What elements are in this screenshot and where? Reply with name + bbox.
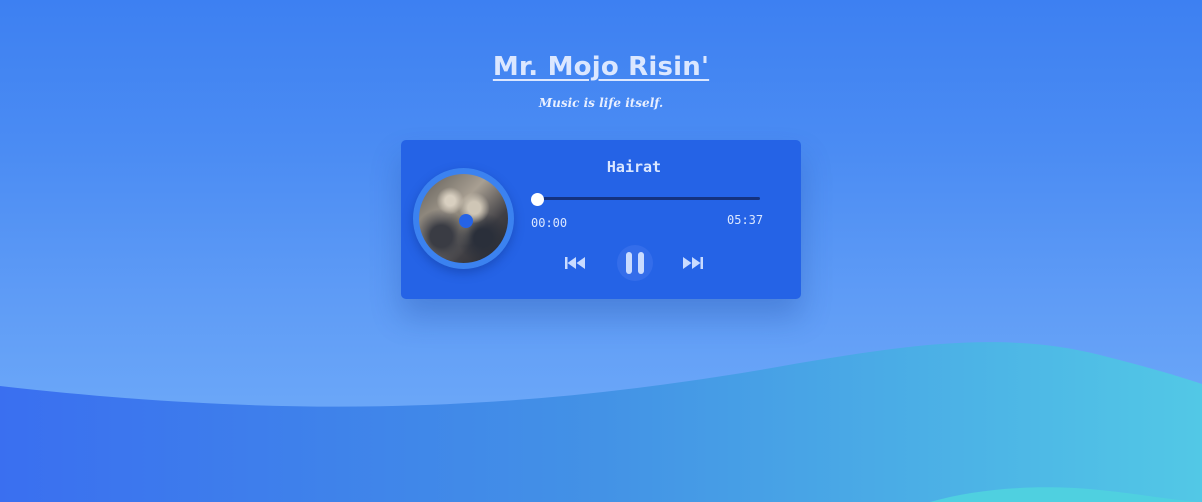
tagline: Music is life itself. — [538, 96, 664, 110]
skip-back-icon — [565, 257, 585, 269]
site-title-link[interactable]: Mr. Mojo Risin' — [493, 52, 709, 82]
total-time: 05:37 — [727, 213, 764, 227]
skip-forward-icon — [683, 257, 703, 269]
progress-thumb[interactable] — [531, 193, 544, 206]
play-pause-button[interactable] — [617, 245, 653, 281]
album-art-image — [419, 174, 508, 263]
album-center-hole — [459, 214, 473, 228]
track-title: Hairat — [606, 158, 662, 176]
header: Mr. Mojo Risin' Music is life itself. — [0, 52, 1202, 110]
album-cover — [413, 168, 514, 269]
next-track-button[interactable] — [679, 254, 705, 272]
current-time: 00:00 — [531, 216, 568, 230]
music-player-card: Hairat 00:00 05:37 — [401, 140, 801, 299]
previous-track-button[interactable] — [563, 254, 589, 272]
pause-icon — [626, 252, 644, 274]
progress-bar[interactable] — [538, 197, 760, 200]
